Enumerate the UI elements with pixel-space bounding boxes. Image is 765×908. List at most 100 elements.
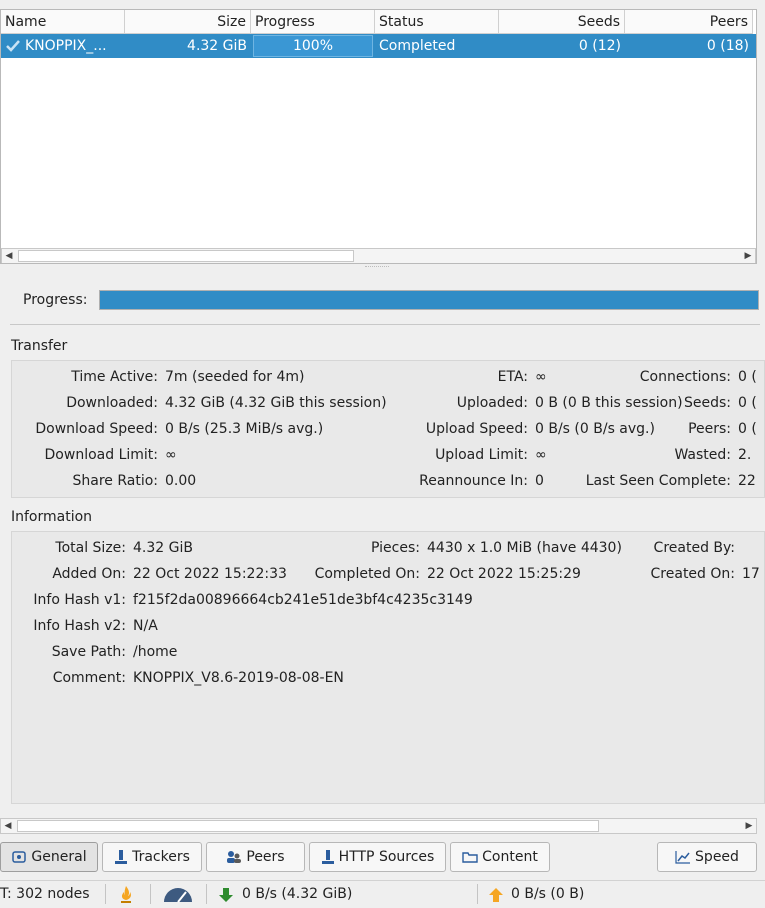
speed-button-label: Speed [695, 849, 739, 865]
tab-trackers-label: Trackers [132, 849, 190, 865]
share-ratio-label: Share Ratio: [72, 473, 158, 489]
information-group: Total Size: 4.32 GiB Added On: 22 Oct 20… [11, 531, 765, 804]
time-active-label: Time Active: [71, 369, 158, 385]
table-horizontal-scrollbar[interactable]: ◀ ▶ [1, 248, 756, 263]
connections-value: 0 ( [738, 369, 757, 385]
last-seen-complete-value: 22 [738, 473, 756, 489]
tab-trackers[interactable]: Trackers [102, 842, 202, 872]
dht-nodes-status: T: 302 nodes [0, 886, 90, 902]
completed-on-label: Completed On: [314, 566, 420, 582]
tab-content-label: Content [482, 849, 538, 865]
details-horizontal-scrollbar[interactable]: ◀ ▶ [0, 818, 757, 834]
speed-button[interactable]: Speed [657, 842, 757, 872]
download-speed-value: 0 B/s (25.3 MiB/s avg.) [165, 421, 324, 437]
upload-speed-label: Upload Speed: [425, 421, 528, 437]
peers-value: 0 ( [738, 421, 757, 437]
transfer-group: Time Active: 7m (seeded for 4m) Download… [11, 360, 765, 498]
total-size-value: 4.32 GiB [133, 540, 193, 556]
total-size-label: Total Size: [55, 540, 126, 556]
peers-label: Peers: [688, 421, 731, 437]
uploaded-label: Uploaded: [456, 395, 528, 411]
torrent-name-cell: KNOPPIX_... [1, 34, 125, 58]
upload-limit-value: ∞ [535, 447, 547, 463]
downloaded-label: Downloaded: [66, 395, 158, 411]
status-separator [150, 884, 151, 904]
tab-content[interactable]: Content [450, 842, 550, 872]
pieces-label: Pieces: [371, 540, 420, 556]
seeds-label: Seeds: [683, 395, 731, 411]
tab-peers-label: Peers [246, 849, 285, 865]
torrent-list[interactable]: Name Size Progress Status Seeds Peers KN… [0, 9, 757, 264]
added-on-value: 22 Oct 2022 15:22:33 [133, 566, 287, 582]
completed-on-value: 22 Oct 2022 15:25:29 [427, 566, 581, 582]
info-hash-v1-value: f215f2da00896664cb241e51de3bf4c4235c3149 [133, 592, 473, 608]
torrent-peers: 0 (18) [706, 38, 749, 54]
comment-label: Comment: [52, 670, 126, 686]
downloaded-value: 4.32 GiB (4.32 GiB this session) [165, 395, 387, 411]
wasted-value: 2. [738, 447, 752, 463]
comment-value: KNOPPIX_V8.6-2019-08-08-EN [133, 670, 344, 686]
checkmark-icon [6, 40, 20, 52]
http-sources-icon [321, 850, 334, 864]
status-separator [105, 884, 106, 904]
details-progress-fill [100, 291, 758, 309]
status-separator [206, 884, 207, 904]
connection-status-icon[interactable] [118, 884, 134, 908]
scroll-right-icon[interactable]: ▶ [741, 249, 755, 263]
info-hash-v2-value: N/A [133, 618, 158, 634]
scroll-left-icon[interactable]: ◀ [2, 249, 16, 263]
torrent-seeds: 0 (12) [578, 38, 621, 54]
statusbar-divider [0, 880, 765, 881]
upload-arrow-icon [488, 887, 504, 907]
download-arrow-icon [218, 887, 234, 907]
upload-speed-status: 0 B/s (0 B) [511, 886, 585, 902]
save-path-label: Save Path: [51, 644, 126, 660]
transfer-group-title: Transfer [11, 338, 68, 354]
column-header-status[interactable]: Status [375, 10, 499, 34]
torrent-status: Completed [379, 38, 456, 54]
peers-icon [227, 851, 242, 863]
created-on-value: 17 [742, 566, 760, 582]
share-ratio-value: 0.00 [165, 473, 197, 489]
column-header-size[interactable]: Size [125, 10, 251, 34]
save-path-value: /home [133, 644, 178, 660]
download-speed-label: Download Speed: [35, 421, 158, 437]
download-speed-status: 0 B/s (4.32 GiB) [242, 886, 353, 902]
details-progress-label: Progress: [23, 292, 88, 308]
pieces-value: 4430 x 1.0 MiB (have 4430) [427, 540, 622, 556]
tab-peers[interactable]: Peers [206, 842, 305, 872]
seeds-value: 0 ( [738, 395, 757, 411]
torrent-name: KNOPPIX_... [25, 38, 107, 54]
scroll-right-icon[interactable]: ▶ [742, 819, 756, 833]
scroll-left-icon[interactable]: ◀ [1, 819, 15, 833]
status-separator [477, 884, 478, 904]
information-group-title: Information [11, 509, 93, 525]
last-seen-complete-label: Last Seen Complete: [585, 473, 731, 489]
added-on-label: Added On: [52, 566, 126, 582]
splitter-handle[interactable] [365, 266, 389, 271]
general-info-icon [12, 851, 27, 863]
time-active-value: 7m (seeded for 4m) [165, 369, 305, 385]
tab-http-sources[interactable]: HTTP Sources [309, 842, 446, 872]
tab-http-sources-label: HTTP Sources [338, 849, 435, 865]
table-row[interactable]: KNOPPIX_... 4.32 GiB 100% Completed 0 (1… [1, 34, 756, 58]
torrent-progress-label: 100% [253, 35, 373, 57]
speed-graph-icon [675, 851, 691, 864]
column-header-progress[interactable]: Progress [251, 10, 375, 34]
alternative-speed-limits-icon[interactable] [162, 887, 194, 907]
tab-general[interactable]: General [0, 842, 98, 872]
scrollbar-thumb[interactable] [17, 820, 599, 832]
torrent-size: 4.32 GiB [187, 38, 247, 54]
torrent-progress-bar: 100% [252, 34, 374, 58]
details-progress-bar [99, 290, 759, 310]
column-header-peers[interactable]: Peers [625, 10, 753, 34]
download-limit-value: ∞ [165, 447, 177, 463]
eta-label: ETA: [497, 369, 528, 385]
column-header-seeds[interactable]: Seeds [499, 10, 625, 34]
connections-label: Connections: [639, 369, 731, 385]
column-header-name[interactable]: Name [1, 10, 125, 34]
scrollbar-thumb[interactable] [18, 250, 354, 262]
folder-icon [462, 852, 478, 863]
wasted-label: Wasted: [674, 447, 731, 463]
download-limit-label: Download Limit: [44, 447, 158, 463]
